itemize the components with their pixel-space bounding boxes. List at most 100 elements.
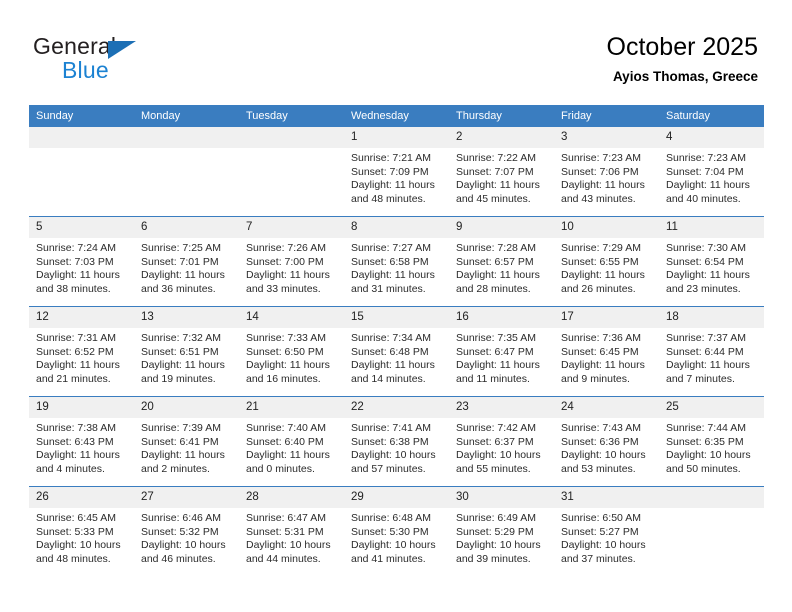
day-number: 29 (344, 487, 449, 508)
calendar-day-cell[interactable]: 22 Sunrise: 7:41 AM Sunset: 6:38 PM Dayligh… (344, 396, 449, 487)
sunrise-text: Sunrise: 7:28 AM (456, 242, 536, 254)
sunrise-text: Sunrise: 7:42 AM (456, 422, 536, 434)
day-details: Sunrise: 7:30 AM Sunset: 6:54 PM Daylight:… (659, 238, 764, 296)
calendar-day-cell[interactable]: 17 Sunrise: 7:36 AM Sunset: 6:45 PM Dayligh… (554, 306, 659, 397)
daylight-text-line2: and 57 minutes. (351, 462, 426, 475)
sunset-text: Sunset: 5:31 PM (246, 525, 324, 538)
daylight-text-line1: Daylight: 11 hours (561, 359, 645, 372)
sunset-text: Sunset: 6:54 PM (666, 255, 744, 268)
daylight-text-line1: Daylight: 10 hours (351, 449, 436, 462)
calendar-day-cell[interactable]: 7 Sunrise: 7:26 AM Sunset: 7:00 PM Daylight… (239, 216, 344, 307)
calendar-day-cell[interactable]: 10 Sunrise: 7:29 AM Sunset: 6:55 PM Dayligh… (554, 216, 659, 307)
sunset-text: Sunset: 6:52 PM (36, 345, 114, 358)
sunset-text: Sunset: 7:04 PM (666, 165, 744, 178)
weekday-header-saturday: Saturday (659, 105, 764, 127)
calendar-day-cell[interactable]: 26 Sunrise: 6:45 AM Sunset: 5:33 PM Dayligh… (29, 486, 134, 576)
daylight-text-line2: and 55 minutes. (456, 462, 531, 475)
calendar-day-cell[interactable]: 1 Sunrise: 7:21 AM Sunset: 7:09 PM Daylight… (344, 127, 449, 217)
daylight-text-line1: Daylight: 11 hours (351, 179, 435, 192)
day-number (29, 127, 134, 148)
sunrise-text: Sunrise: 7:23 AM (561, 152, 641, 164)
calendar-day-cell[interactable]: 18 Sunrise: 7:37 AM Sunset: 6:44 PM Dayligh… (659, 306, 764, 397)
daylight-text-line2: and 19 minutes. (141, 372, 216, 385)
sunrise-text: Sunrise: 6:49 AM (456, 512, 536, 524)
logo-triangle-icon (108, 41, 136, 59)
sunrise-text: Sunrise: 7:37 AM (666, 332, 746, 344)
calendar-day-cell[interactable]: 9 Sunrise: 7:28 AM Sunset: 6:57 PM Daylight… (449, 216, 554, 307)
daylight-text-line1: Daylight: 10 hours (561, 449, 646, 462)
sunrise-text: Sunrise: 7:31 AM (36, 332, 116, 344)
sunrise-text: Sunrise: 7:21 AM (351, 152, 431, 164)
calendar-day-cell[interactable]: 28 Sunrise: 6:47 AM Sunset: 5:31 PM Dayligh… (239, 486, 344, 576)
sunset-text: Sunset: 6:57 PM (456, 255, 534, 268)
calendar-day-cell[interactable]: 24 Sunrise: 7:43 AM Sunset: 6:36 PM Dayligh… (554, 396, 659, 487)
day-details: Sunrise: 7:41 AM Sunset: 6:38 PM Daylight:… (344, 418, 449, 476)
day-number: 1 (344, 127, 449, 148)
daylight-text-line2: and 0 minutes. (246, 462, 315, 475)
daylight-text-line2: and 26 minutes. (561, 282, 636, 295)
day-number: 4 (659, 127, 764, 148)
calendar-day-cell-empty (134, 127, 239, 217)
calendar-day-cell[interactable]: 4 Sunrise: 7:23 AM Sunset: 7:04 PM Daylight… (659, 127, 764, 217)
sunrise-text: Sunrise: 7:38 AM (36, 422, 116, 434)
day-number (239, 127, 344, 148)
general-blue-logo[interactable]: General Blue (33, 33, 233, 88)
calendar-day-cell[interactable]: 11 Sunrise: 7:30 AM Sunset: 6:54 PM Dayligh… (659, 216, 764, 307)
calendar-week-row: 19 Sunrise: 7:38 AM Sunset: 6:43 PM Dayligh… (29, 396, 764, 487)
page-title: October 2025 (606, 33, 759, 61)
calendar-day-cell[interactable]: 20 Sunrise: 7:39 AM Sunset: 6:41 PM Dayligh… (134, 396, 239, 487)
day-details: Sunrise: 7:23 AM Sunset: 7:04 PM Daylight:… (659, 148, 764, 206)
daylight-text-line2: and 7 minutes. (666, 372, 735, 385)
daylight-text-line2: and 9 minutes. (561, 372, 630, 385)
calendar-day-cell[interactable]: 15 Sunrise: 7:34 AM Sunset: 6:48 PM Dayligh… (344, 306, 449, 397)
calendar-day-cell[interactable]: 23 Sunrise: 7:42 AM Sunset: 6:37 PM Dayligh… (449, 396, 554, 487)
calendar-day-cell[interactable]: 3 Sunrise: 7:23 AM Sunset: 7:06 PM Daylight… (554, 127, 659, 217)
calendar-day-cell[interactable]: 27 Sunrise: 6:46 AM Sunset: 5:32 PM Dayligh… (134, 486, 239, 576)
calendar-day-cell[interactable]: 19 Sunrise: 7:38 AM Sunset: 6:43 PM Dayligh… (29, 396, 134, 487)
calendar-day-cell[interactable]: 12 Sunrise: 7:31 AM Sunset: 6:52 PM Dayligh… (29, 306, 134, 397)
page-subtitle: Ayios Thomas, Greece (612, 69, 758, 84)
sunrise-text: Sunrise: 6:50 AM (561, 512, 641, 524)
sunrise-text: Sunrise: 7:23 AM (666, 152, 746, 164)
day-details: Sunrise: 7:32 AM Sunset: 6:51 PM Daylight:… (134, 328, 239, 386)
calendar-day-cell[interactable]: 13 Sunrise: 7:32 AM Sunset: 6:51 PM Dayligh… (134, 306, 239, 397)
day-details: Sunrise: 7:21 AM Sunset: 7:09 PM Daylight:… (344, 148, 449, 206)
day-details: Sunrise: 6:50 AM Sunset: 5:27 PM Daylight:… (554, 508, 659, 566)
sunrise-text: Sunrise: 7:27 AM (351, 242, 431, 254)
calendar-day-cell[interactable]: 5 Sunrise: 7:24 AM Sunset: 7:03 PM Daylight… (29, 216, 134, 307)
sunset-text: Sunset: 7:00 PM (246, 255, 324, 268)
daylight-text-line1: Daylight: 11 hours (246, 449, 330, 462)
day-details: Sunrise: 7:28 AM Sunset: 6:57 PM Daylight:… (449, 238, 554, 296)
calendar-day-cell[interactable]: 21 Sunrise: 7:40 AM Sunset: 6:40 PM Dayligh… (239, 396, 344, 487)
daylight-text-line1: Daylight: 11 hours (141, 269, 225, 282)
day-number: 21 (239, 397, 344, 418)
sunrise-text: Sunrise: 7:34 AM (351, 332, 431, 344)
calendar-week-row: 5 Sunrise: 7:24 AM Sunset: 7:03 PM Daylight… (29, 216, 764, 307)
day-number: 28 (239, 487, 344, 508)
day-details: Sunrise: 7:31 AM Sunset: 6:52 PM Daylight:… (29, 328, 134, 386)
sunrise-text: Sunrise: 7:43 AM (561, 422, 641, 434)
calendar-day-cell[interactable]: 2 Sunrise: 7:22 AM Sunset: 7:07 PM Daylight… (449, 127, 554, 217)
calendar-day-cell[interactable]: 16 Sunrise: 7:35 AM Sunset: 6:47 PM Dayligh… (449, 306, 554, 397)
day-details: Sunrise: 6:45 AM Sunset: 5:33 PM Daylight:… (29, 508, 134, 566)
sunrise-text: Sunrise: 7:35 AM (456, 332, 536, 344)
calendar-day-cell[interactable]: 30 Sunrise: 6:49 AM Sunset: 5:29 PM Dayligh… (449, 486, 554, 576)
day-number (134, 127, 239, 148)
calendar-day-cell[interactable]: 8 Sunrise: 7:27 AM Sunset: 6:58 PM Daylight… (344, 216, 449, 307)
daylight-text-line2: and 48 minutes. (36, 552, 111, 565)
calendar-day-cell[interactable]: 29 Sunrise: 6:48 AM Sunset: 5:30 PM Dayligh… (344, 486, 449, 576)
calendar-day-cell[interactable]: 6 Sunrise: 7:25 AM Sunset: 7:01 PM Daylight… (134, 216, 239, 307)
calendar-day-cell[interactable]: 25 Sunrise: 7:44 AM Sunset: 6:35 PM Dayligh… (659, 396, 764, 487)
sunset-text: Sunset: 6:58 PM (351, 255, 429, 268)
day-number: 11 (659, 217, 764, 238)
calendar-day-cell[interactable]: 14 Sunrise: 7:33 AM Sunset: 6:50 PM Dayligh… (239, 306, 344, 397)
daylight-text-line1: Daylight: 11 hours (561, 269, 645, 282)
daylight-text-line1: Daylight: 10 hours (141, 539, 226, 552)
daylight-text-line2: and 43 minutes. (561, 192, 636, 205)
day-details: Sunrise: 7:40 AM Sunset: 6:40 PM Daylight:… (239, 418, 344, 476)
daylight-text-line1: Daylight: 11 hours (666, 269, 750, 282)
daylight-text-line1: Daylight: 11 hours (246, 269, 330, 282)
daylight-text-line2: and 45 minutes. (456, 192, 531, 205)
calendar-day-cell[interactable]: 31 Sunrise: 6:50 AM Sunset: 5:27 PM Dayligh… (554, 486, 659, 576)
daylight-text-line2: and 46 minutes. (141, 552, 216, 565)
